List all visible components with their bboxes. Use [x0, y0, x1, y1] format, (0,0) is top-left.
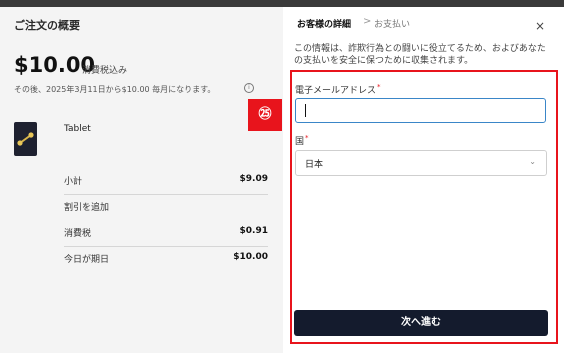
next-button[interactable]: 次へ進む	[294, 310, 548, 336]
country-select[interactable]: 日本 ⌄	[295, 150, 547, 176]
country-selected-value: 日本	[305, 160, 324, 170]
required-marker: *	[377, 83, 381, 91]
subtotal-label: 小計	[64, 177, 83, 187]
chevron-down-icon: ⌄	[529, 157, 536, 166]
tax-label: 消費税	[64, 229, 92, 239]
country-label: 国*	[295, 134, 309, 147]
price-tax-note: 消費税込み	[82, 66, 128, 76]
text-cursor	[305, 104, 306, 117]
breadcrumb-payment[interactable]: お支払い	[374, 17, 410, 30]
background-window-strip	[0, 0, 564, 7]
subtotal-row: 小計 $9.09	[64, 174, 268, 195]
product-thumbnail	[14, 122, 37, 156]
subtotal-value: $9.09	[239, 174, 268, 184]
order-summary-panel: ご注文の概要 $10.00 消費税込み その後、2025年3月11日から$10.…	[0, 7, 283, 353]
order-summary-title: ご注文の概要	[14, 19, 80, 32]
info-notice-text: この情報は、詐欺行為との闘いに役立てるため、およびあなたの支払いを安全に保つため…	[294, 44, 546, 66]
breadcrumb-customer-details[interactable]: お客様の詳細	[297, 17, 351, 30]
country-label-text: 国	[295, 137, 305, 147]
step-number-badge: ㉕	[248, 99, 282, 131]
renewal-text: その後、2025年3月11日から$10.00 毎月になります。	[14, 85, 216, 94]
product-logo-icon	[17, 132, 34, 146]
email-label-text: 電子メールアドレス	[295, 86, 377, 96]
info-icon[interactable]: i	[244, 83, 254, 93]
breadcrumb-separator: >	[363, 16, 372, 27]
email-input[interactable]	[295, 98, 546, 123]
due-today-value: $10.00	[233, 252, 268, 262]
email-label: 電子メールアドレス*	[295, 83, 381, 96]
tax-value: $0.91	[239, 226, 268, 236]
close-icon[interactable]: ×	[535, 19, 545, 33]
required-marker: *	[305, 134, 309, 142]
tax-row: 消費税 $0.91	[64, 226, 268, 247]
product-name: Tablet	[64, 124, 91, 134]
add-discount-link[interactable]: 割引を追加	[64, 200, 109, 213]
due-today-row: 今日が期日 $10.00	[64, 252, 268, 272]
due-today-label: 今日が期日	[64, 255, 110, 265]
discount-row[interactable]: 割引を追加	[64, 200, 268, 220]
